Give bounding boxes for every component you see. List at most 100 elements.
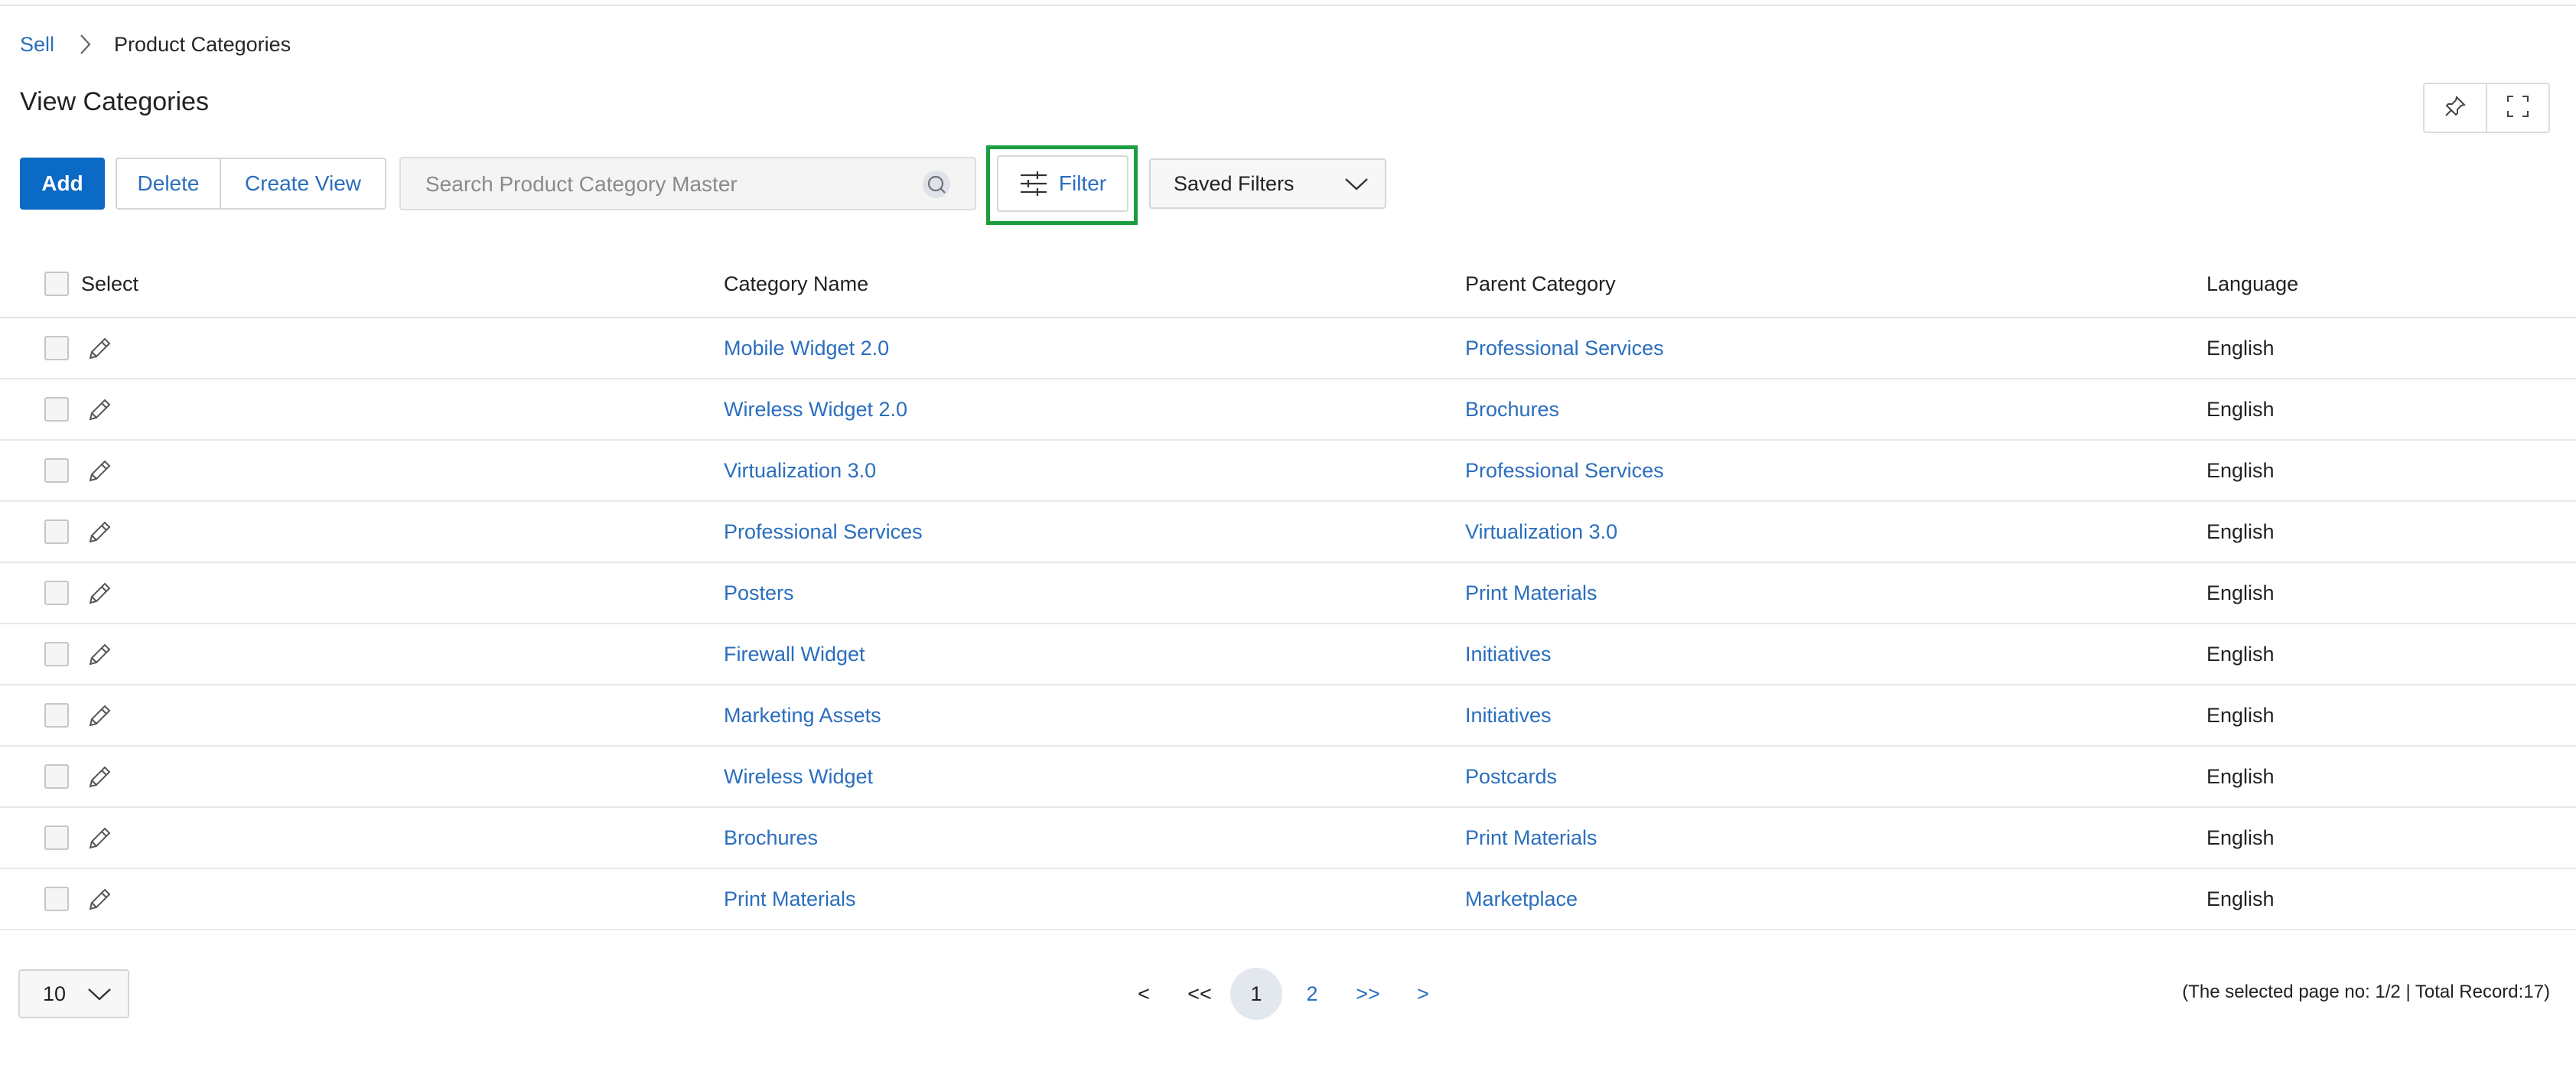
action-button-group: Delete Create View (116, 158, 386, 210)
pin-button[interactable] (2425, 84, 2486, 132)
prev-page-button[interactable]: < (1132, 968, 1155, 1020)
first-page-button[interactable]: << (1182, 968, 1217, 1020)
category-name-link[interactable]: Posters (724, 563, 794, 623)
next-page-button[interactable]: > (1412, 968, 1435, 1020)
parent-category-link[interactable]: Postcards (1465, 747, 1557, 806)
category-name-link[interactable]: Virtualization 3.0 (724, 441, 876, 500)
parent-category-link[interactable]: Professional Services (1465, 318, 1664, 378)
chevron-down-icon (86, 986, 112, 1001)
table-row: Wireless Widget 2.0 Brochures English (0, 379, 2576, 441)
parent-category-link[interactable]: Brochures (1465, 379, 1559, 439)
search-input[interactable] (424, 168, 917, 201)
category-name-link[interactable]: Wireless Widget 2.0 (724, 379, 907, 439)
table-body: Mobile Widget 2.0 Professional Services En… (0, 318, 2576, 930)
table-row: Print Materials Marketplace English (0, 869, 2576, 930)
category-name-link[interactable]: Print Materials (724, 869, 856, 929)
table-row: Firewall Widget Initiatives English (0, 624, 2576, 685)
column-header-category-name[interactable]: Category Name (724, 251, 868, 317)
pencil-icon[interactable] (86, 335, 113, 363)
parent-category-link[interactable]: Marketplace (1465, 869, 1578, 929)
language-cell: English (2206, 336, 2275, 360)
pagination-status: (The selected page no: 1/2 | Total Recor… (2182, 982, 2550, 1002)
category-name-link[interactable]: Marketing Assets (724, 685, 881, 745)
column-header-parent-category[interactable]: Parent Category (1465, 251, 1616, 317)
row-checkbox[interactable] (44, 869, 69, 929)
pencil-icon[interactable] (86, 580, 113, 607)
row-checkbox[interactable] (44, 624, 69, 684)
column-header-select: Select (81, 272, 139, 295)
language-cell: English (2206, 642, 2275, 666)
add-button[interactable]: Add (20, 158, 105, 210)
row-checkbox[interactable] (44, 318, 69, 378)
parent-category-link[interactable]: Professional Services (1465, 441, 1664, 500)
page-size-select[interactable]: 10 (18, 969, 129, 1018)
filter-button-label: Filter (1058, 171, 1107, 195)
language-cell: English (2206, 458, 2275, 482)
table-row: Virtualization 3.0 Professional Services E… (0, 441, 2576, 502)
create-view-button[interactable]: Create View (220, 159, 385, 208)
row-checkbox[interactable] (44, 808, 69, 868)
pencil-icon[interactable] (86, 641, 113, 669)
search-box (399, 157, 976, 210)
table-row: Professional Services Virtualization 3.0 E… (0, 502, 2576, 563)
view-actions (2423, 83, 2550, 133)
table-row: Posters Print Materials English (0, 563, 2576, 624)
pencil-icon[interactable] (86, 764, 113, 791)
table-header: Select Category Name Parent Category Lan… (0, 251, 2576, 318)
last-page-button[interactable]: >> (1350, 968, 1386, 1020)
top-divider (0, 5, 2576, 6)
categories-table: Select Category Name Parent Category Lan… (0, 251, 2576, 930)
pin-icon (2443, 94, 2467, 122)
language-cell: English (2206, 764, 2275, 788)
saved-filters-label: Saved Filters (1174, 171, 1295, 195)
pencil-icon[interactable] (86, 457, 113, 485)
breadcrumb-current: Product Categories (114, 32, 291, 56)
parent-category-link[interactable]: Initiatives (1465, 685, 1552, 745)
category-name-link[interactable]: Firewall Widget (724, 624, 865, 684)
search-icon[interactable] (921, 169, 952, 204)
table-row: Mobile Widget 2.0 Professional Services En… (0, 318, 2576, 379)
pencil-icon[interactable] (86, 825, 113, 852)
delete-button[interactable]: Delete (117, 159, 220, 208)
saved-filters-dropdown[interactable]: Saved Filters (1149, 158, 1386, 209)
parent-category-link[interactable]: Initiatives (1465, 624, 1552, 684)
pencil-icon[interactable] (86, 519, 113, 546)
language-cell: English (2206, 703, 2275, 727)
fullscreen-button[interactable] (2486, 84, 2548, 132)
language-cell: English (2206, 519, 2275, 543)
row-checkbox[interactable] (44, 441, 69, 500)
parent-category-link[interactable]: Print Materials (1465, 808, 1597, 868)
table-row: Marketing Assets Initiatives English (0, 685, 2576, 747)
fullscreen-icon (2506, 94, 2530, 122)
page-2-button[interactable]: 2 (1301, 968, 1324, 1020)
parent-category-link[interactable]: Print Materials (1465, 563, 1597, 623)
language-cell: English (2206, 397, 2275, 421)
chevron-right-icon (70, 31, 100, 58)
select-all-checkbox[interactable] (44, 251, 69, 317)
language-cell: English (2206, 825, 2275, 849)
row-checkbox[interactable] (44, 379, 69, 439)
pencil-icon[interactable] (86, 886, 113, 913)
row-checkbox[interactable] (44, 685, 69, 745)
row-checkbox[interactable] (44, 747, 69, 806)
language-cell: English (2206, 581, 2275, 604)
row-checkbox[interactable] (44, 563, 69, 623)
table-row: Brochures Print Materials English (0, 808, 2576, 869)
category-name-link[interactable]: Mobile Widget 2.0 (724, 318, 889, 378)
column-header-language[interactable]: Language (2206, 251, 2298, 317)
category-name-link[interactable]: Professional Services (724, 502, 923, 562)
pencil-icon[interactable] (86, 702, 113, 730)
breadcrumb: Sell Product Categories (20, 31, 291, 58)
pencil-icon[interactable] (86, 396, 113, 424)
filter-button[interactable]: Filter (997, 155, 1128, 212)
language-cell: English (2206, 887, 2275, 910)
parent-category-link[interactable]: Virtualization 3.0 (1465, 502, 1617, 562)
breadcrumb-sell-link[interactable]: Sell (20, 33, 54, 57)
chevron-down-icon (1343, 176, 1369, 191)
table-row: Wireless Widget Postcards English (0, 747, 2576, 808)
category-name-link[interactable]: Wireless Widget (724, 747, 873, 806)
category-name-link[interactable]: Brochures (724, 808, 818, 868)
filter-sliders-icon (1020, 171, 1047, 196)
row-checkbox[interactable] (44, 502, 69, 562)
page-1-button[interactable]: 1 (1230, 968, 1282, 1020)
